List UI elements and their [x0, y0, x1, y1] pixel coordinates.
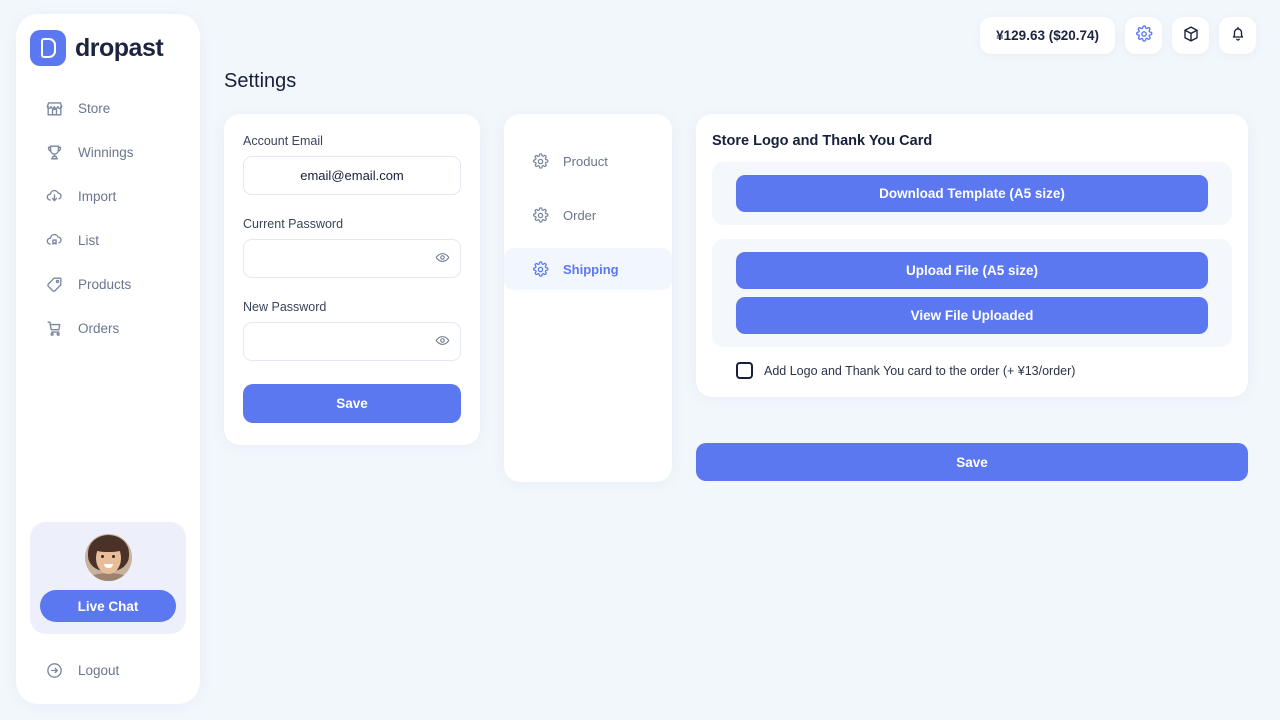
sidebar-item-label: Import [78, 188, 117, 204]
live-chat-widget: Live Chat [30, 522, 186, 634]
settings-tab-label: Order [563, 207, 597, 223]
toggle-new-password-button[interactable] [432, 332, 452, 352]
current-password-input[interactable] [243, 239, 461, 278]
upload-file-button[interactable]: Upload File (A5 size) [736, 252, 1208, 289]
gear-icon [530, 259, 550, 279]
eye-icon [435, 333, 450, 351]
trophy-icon [44, 142, 64, 162]
page-title: Settings [224, 70, 297, 92]
settings-tab-product[interactable]: Product [504, 140, 672, 182]
account-email-input[interactable] [243, 156, 461, 195]
store-icon [44, 98, 64, 118]
view-file-uploaded-button[interactable]: View File Uploaded [736, 297, 1208, 334]
app-root: dropast Store Winnings Import List Produ… [0, 0, 1280, 720]
sidebar-item-list[interactable]: List [16, 218, 200, 262]
new-password-input[interactable] [243, 322, 461, 361]
sidebar-item-winnings[interactable]: Winnings [16, 130, 200, 174]
notifications-button[interactable] [1219, 17, 1256, 54]
settings-tab-label: Product [563, 153, 608, 169]
settings-tab-shipping[interactable]: Shipping [504, 248, 672, 290]
add-logo-checkbox-row: Add Logo and Thank You card to the order… [712, 362, 1232, 379]
settings-nav-card: Product Order Shipping [504, 114, 672, 482]
sidebar-nav: Store Winnings Import List Products Orde… [16, 86, 200, 350]
package-icon [1182, 25, 1200, 46]
settings-tab-order[interactable]: Order [504, 194, 672, 236]
gear-icon [1135, 25, 1153, 46]
current-password-wrap [243, 239, 461, 278]
logout-label: Logout [78, 662, 120, 678]
sidebar-item-label: Orders [78, 320, 120, 336]
new-password-label: New Password [243, 300, 327, 314]
download-template-group: Download Template (A5 size) [712, 162, 1232, 225]
new-password-wrap [243, 322, 461, 361]
save-shipping-settings-button[interactable]: Save [696, 443, 1248, 481]
tag-icon [44, 274, 64, 294]
sidebar-item-label: List [78, 232, 100, 248]
settings-gear-button[interactable] [1125, 17, 1162, 54]
logout-icon [44, 660, 64, 680]
settings-tab-label: Shipping [563, 261, 619, 277]
store-logo-card: Store Logo and Thank You Card Download T… [696, 114, 1248, 397]
sidebar-item-orders[interactable]: Orders [16, 306, 200, 350]
logout-button[interactable]: Logout [16, 648, 200, 692]
store-logo-title: Store Logo and Thank You Card [712, 133, 933, 149]
dropast-d-logo-icon [30, 30, 66, 66]
topbar: ¥129.63 ($20.74) [980, 17, 1256, 54]
sidebar-item-store[interactable]: Store [16, 86, 200, 130]
sidebar-item-label: Products [78, 276, 132, 292]
bell-icon [1229, 25, 1247, 46]
shopping-cart-icon [44, 318, 64, 338]
gear-icon [530, 205, 550, 225]
toggle-current-password-button[interactable] [432, 249, 452, 269]
live-chat-button[interactable]: Live Chat [40, 590, 176, 622]
sidebar-item-label: Store [78, 100, 111, 116]
cloud-list-icon [44, 230, 64, 250]
sidebar: dropast Store Winnings Import List Produ… [16, 14, 200, 704]
package-button[interactable] [1172, 17, 1209, 54]
gear-icon [530, 151, 550, 171]
brand[interactable]: dropast [16, 14, 200, 66]
brand-name: dropast [75, 33, 164, 62]
current-password-label: Current Password [243, 217, 344, 231]
add-logo-checkbox-label: Add Logo and Thank You card to the order… [764, 363, 1076, 378]
cloud-download-icon [44, 186, 64, 206]
eye-icon [435, 250, 450, 268]
download-template-button[interactable]: Download Template (A5 size) [736, 175, 1208, 212]
add-logo-checkbox[interactable] [736, 362, 753, 379]
account-email-label: Account Email [243, 134, 323, 148]
upload-file-group: Upload File (A5 size) View File Uploaded [712, 239, 1232, 347]
save-account-button[interactable]: Save [243, 384, 461, 423]
sidebar-item-products[interactable]: Products [16, 262, 200, 306]
balance-display[interactable]: ¥129.63 ($20.74) [980, 17, 1115, 54]
support-agent-avatar [84, 534, 132, 581]
account-settings-card: Account Email Current Password New Passw… [224, 114, 480, 445]
sidebar-item-import[interactable]: Import [16, 174, 200, 218]
sidebar-item-label: Winnings [78, 144, 134, 160]
